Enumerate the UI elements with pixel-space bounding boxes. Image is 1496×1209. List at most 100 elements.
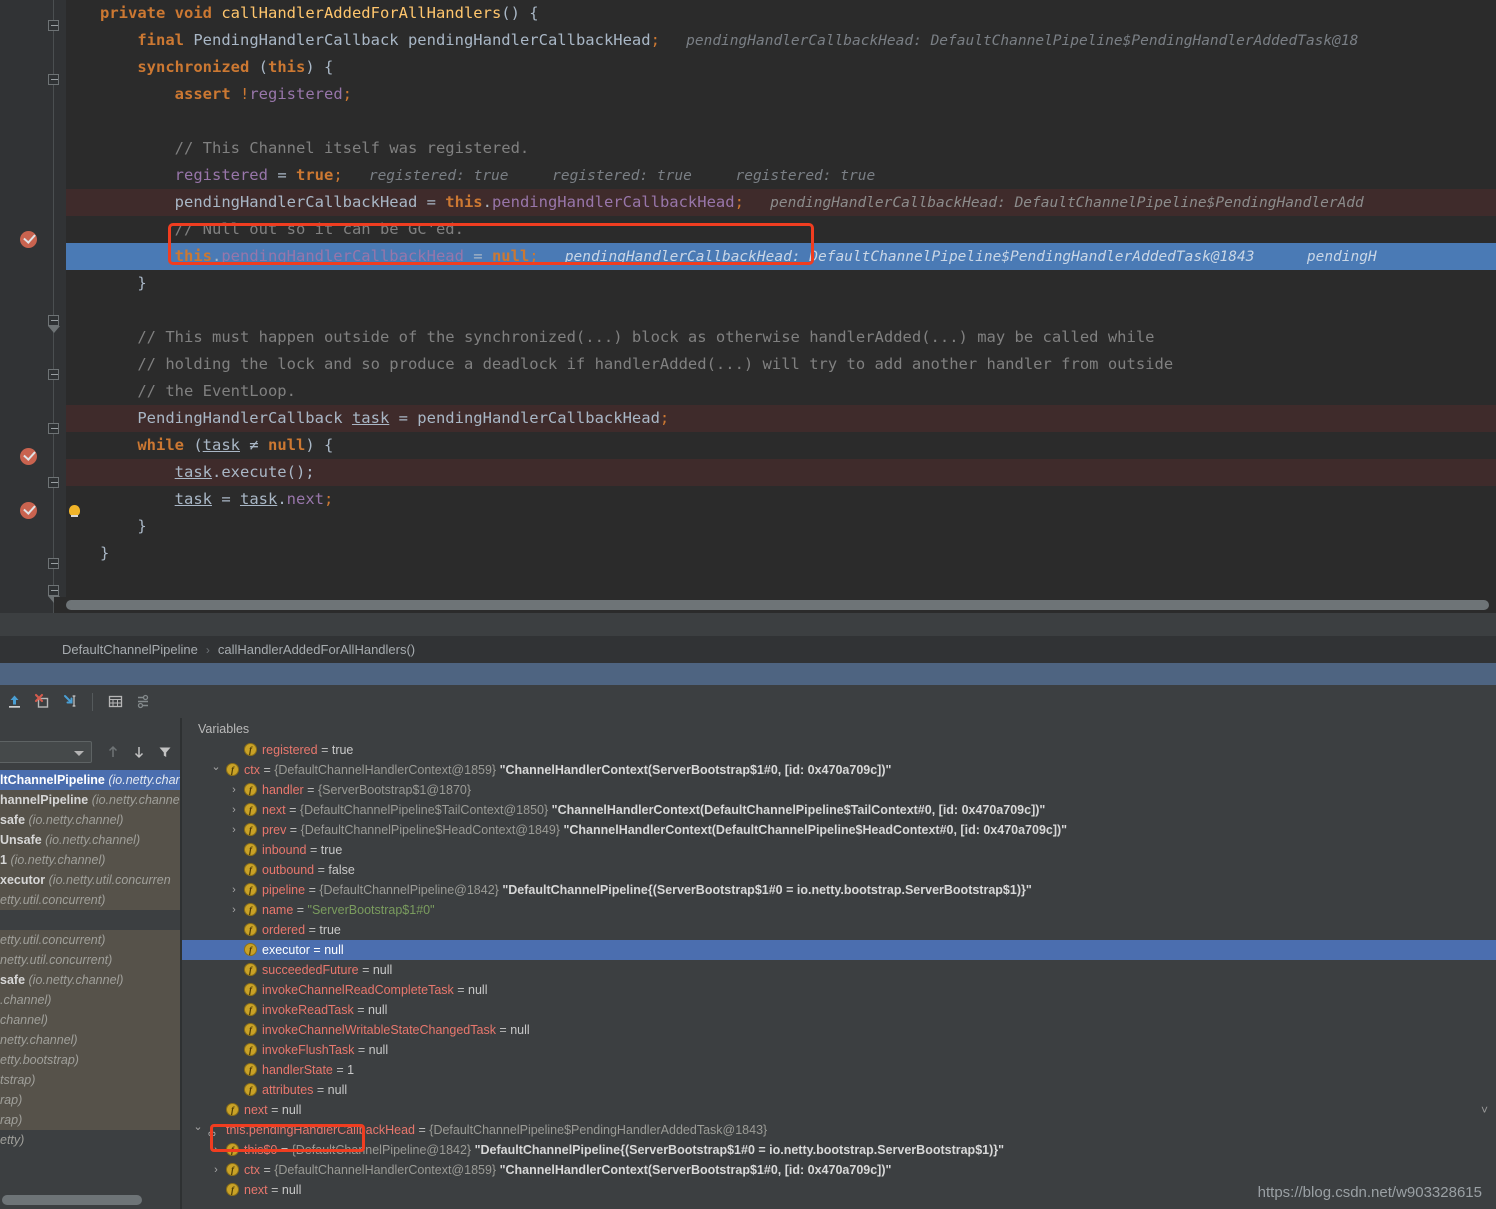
frame-item[interactable]: hannelPipeline (io.netty.channe	[0, 790, 180, 810]
code-line[interactable]: synchronized (this) {	[66, 54, 1496, 81]
thread-selector[interactable]: UNNING	[0, 741, 92, 763]
code-line[interactable]: // the EventLoop.	[66, 378, 1496, 405]
chevron-right-icon[interactable]: ›	[210, 1140, 222, 1160]
frame-item[interactable]: safe (io.netty.channel)	[0, 970, 180, 990]
fold-marker-icon[interactable]	[48, 558, 59, 569]
variable-row[interactable]: ⌄ f ctx = {DefaultChannelHandlerContext@18…	[182, 760, 1496, 780]
frame-item[interactable]: xecutor (io.netty.util.concurren	[0, 870, 180, 890]
code-line[interactable]: assert !registered;	[66, 81, 1496, 108]
variable-row[interactable]: f attributes = null	[182, 1080, 1496, 1100]
variable-row[interactable]: f handlerState = 1	[182, 1060, 1496, 1080]
variable-row[interactable]: f invokeChannelWritableStateChangedTask =…	[182, 1020, 1496, 1040]
code-line[interactable]: private void callHandlerAddedForAllHandl…	[66, 0, 1496, 27]
frames-filter-icon[interactable]	[157, 744, 173, 760]
variable-row[interactable]: f inbound = true	[182, 840, 1496, 860]
editor-hscrollbar-thumb[interactable]	[66, 600, 1489, 610]
code-line[interactable]: pendingHandlerCallbackHead = this.pendin…	[66, 189, 1496, 216]
breadcrumb[interactable]: DefaultChannelPipeline › callHandlerAdde…	[0, 636, 1496, 663]
frames-controls[interactable]: UNNING	[0, 740, 180, 766]
variable-row[interactable]: f succeededFuture = null	[182, 960, 1496, 980]
code-line[interactable]: final PendingHandlerCallback pendingHand…	[66, 27, 1496, 54]
frame-item[interactable]: Unsafe (io.netty.channel)	[0, 830, 180, 850]
breadcrumb-method[interactable]: callHandlerAddedForAllHandlers()	[218, 642, 415, 657]
fold-marker-icon[interactable]	[48, 585, 59, 596]
chevron-down-icon[interactable]	[74, 751, 84, 756]
variable-row[interactable]: › f this$0 = {DefaultChannelPipeline@1842}…	[182, 1140, 1496, 1160]
frame-item[interactable]: etty.util.concurrent)	[0, 930, 180, 950]
code-line[interactable]: }	[66, 513, 1496, 540]
code-line[interactable]: // This must happen outside of the synch…	[66, 324, 1496, 351]
chevron-down-icon[interactable]: ⌄	[210, 760, 222, 777]
frame-item[interactable]: .channel)	[0, 990, 180, 1010]
code-line[interactable]: task.execute();	[66, 459, 1496, 486]
frame-item[interactable]: ltChannelPipeline (io.netty.chan	[0, 770, 180, 790]
editor-gutter[interactable]	[0, 0, 46, 613]
code-line[interactable]: task = task.next;	[66, 486, 1496, 513]
variable-row[interactable]: f invokeReadTask = null	[182, 1000, 1496, 1020]
frames-hscrollbar[interactable]	[0, 1195, 172, 1205]
variables-tree[interactable]: f registered = true ⌄ f ctx = {DefaultChanne…	[182, 740, 1496, 1209]
frame-item[interactable]: 1 (io.netty.channel)	[0, 850, 180, 870]
editor-fold-column[interactable]	[46, 0, 66, 613]
frame-item[interactable]: rap)	[0, 1110, 180, 1130]
variables-pane[interactable]: Variables f registered = true ⌄ f ctx = {Def…	[182, 718, 1496, 1209]
step-out-icon[interactable]	[1, 688, 28, 715]
code-editor[interactable]: private void callHandlerAddedForAllHandl…	[0, 0, 1496, 613]
frames-down-button[interactable]	[131, 744, 147, 760]
code-line[interactable]: }	[66, 540, 1496, 567]
frame-item[interactable]: netty.util.concurrent)	[0, 950, 180, 970]
variable-row[interactable]: › f pipeline = {DefaultChannelPipeline@184…	[182, 880, 1496, 900]
variable-row[interactable]: ⌄ ∞ this.pendingHandlerCallbackHead = {Def…	[182, 1120, 1496, 1140]
variable-row[interactable]: › f name = "ServerBootstrap$1#0"	[182, 900, 1496, 920]
variable-row[interactable]: f invokeFlushTask = null	[182, 1040, 1496, 1060]
chevron-right-icon[interactable]: ›	[228, 900, 240, 920]
code-line[interactable]	[66, 297, 1496, 324]
chevron-right-icon[interactable]: ›	[228, 780, 240, 800]
fold-marker-icon[interactable]	[48, 315, 59, 326]
drop-frame-icon[interactable]	[29, 688, 56, 715]
frame-item[interactable]: etty.util.concurrent)	[0, 890, 180, 910]
code-line[interactable]: this.pendingHandlerCallbackHead = null; …	[66, 243, 1496, 270]
code-lines-container[interactable]: private void callHandlerAddedForAllHandl…	[66, 0, 1496, 613]
run-to-cursor-icon[interactable]	[57, 688, 84, 715]
variable-row[interactable]: › f prev = {DefaultChannelPipeline$HeadCon…	[182, 820, 1496, 840]
variable-row[interactable]: › f next = {DefaultChannelPipeline$TailCon…	[182, 800, 1496, 820]
breakpoint-icon[interactable]	[20, 448, 37, 465]
chevron-down-icon[interactable]: ˅	[1481, 1103, 1488, 1117]
variable-row[interactable]: f outbound = false	[182, 860, 1496, 880]
code-line[interactable]: }	[66, 270, 1496, 297]
variable-row[interactable]: f registered = true	[182, 740, 1496, 760]
chevron-right-icon[interactable]: ›	[210, 1160, 222, 1180]
frames-list[interactable]: ltChannelPipeline (io.netty.chan hannelPi…	[0, 770, 180, 1183]
chevron-right-icon[interactable]: ›	[228, 820, 240, 840]
frame-item[interactable]: safe (io.netty.channel)	[0, 810, 180, 830]
variable-row[interactable]: › f ctx = {DefaultChannelHandlerContext@18…	[182, 1160, 1496, 1180]
settings-layout-icon[interactable]	[130, 688, 157, 715]
fold-marker-icon[interactable]	[48, 20, 59, 31]
code-line[interactable]: // Null out so it can be GC'ed.	[66, 216, 1496, 243]
evaluate-expression-icon[interactable]	[102, 688, 129, 715]
code-line[interactable]	[66, 108, 1496, 135]
variable-row[interactable]: f invokeChannelReadCompleteTask = null	[182, 980, 1496, 1000]
editor-hscrollbar[interactable]	[54, 597, 1496, 613]
code-line[interactable]: // This Channel itself was registered.	[66, 135, 1496, 162]
chevron-right-icon[interactable]: ›	[228, 880, 240, 900]
code-line[interactable]: PendingHandlerCallback task = pendingHan…	[66, 405, 1496, 432]
breadcrumb-class[interactable]: DefaultChannelPipeline	[62, 642, 198, 657]
frames-up-button[interactable]	[105, 744, 121, 760]
frames-hscrollbar-thumb[interactable]	[2, 1195, 142, 1205]
chevron-down-icon[interactable]: ⌄	[192, 1120, 204, 1137]
fold-marker-icon[interactable]	[48, 369, 59, 380]
variable-row[interactable]: f ordered = true	[182, 920, 1496, 940]
frame-item[interactable]	[0, 910, 180, 930]
fold-marker-icon[interactable]	[48, 74, 59, 85]
code-line[interactable]: while (task ≠ null) {	[66, 432, 1496, 459]
variable-row[interactable]: › f handler = {ServerBootstrap$1@1870}	[182, 780, 1496, 800]
chevron-right-icon[interactable]: ›	[228, 800, 240, 820]
frame-item[interactable]: etty)	[0, 1130, 180, 1150]
frames-pane[interactable]: UNNING l	[0, 718, 180, 1209]
intention-bulb-icon[interactable]	[69, 505, 80, 517]
variable-row[interactable]: f executor = null	[182, 940, 1496, 960]
code-line[interactable]: // holding the lock and so produce a dea…	[66, 351, 1496, 378]
frame-item[interactable]: rap)	[0, 1090, 180, 1110]
